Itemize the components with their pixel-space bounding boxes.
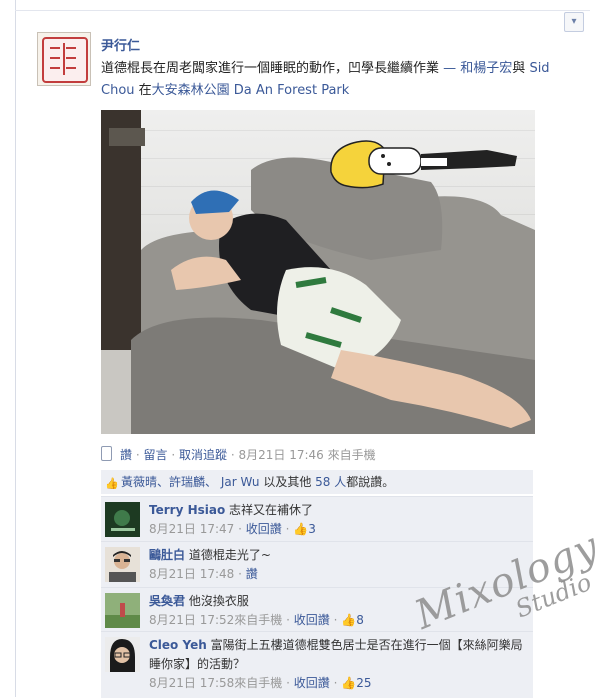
comment-meta: 8月21日 17:47 · 收回讚 · 👍3	[149, 522, 316, 536]
comment-time: 8月21日 17:48	[149, 567, 235, 581]
comment-body: Cleo Yeh 富陽街上五樓道德棍雙色居士是否在進行一個【來絲阿樂局睡你家】的…	[149, 636, 529, 693]
comment-meta: 8月21日 17:58來自手機 · 收回讚 · 👍25	[149, 676, 372, 690]
meta-sep: ·	[135, 448, 140, 462]
thumbs-up-icon: 👍	[105, 477, 119, 490]
commenter-name[interactable]: 鷗肚白	[149, 548, 185, 562]
comment-item: 鷗肚白 道德棍走光了~ 8月21日 17:48 · 讚	[101, 541, 533, 587]
comment-like-count[interactable]: 8	[356, 613, 364, 627]
meta-sep: ·	[230, 448, 235, 462]
feed-border-left	[15, 0, 16, 697]
like-link[interactable]: 讚	[120, 448, 132, 462]
comment-meta: 8月21日 17:52來自手機 · 收回讚 · 👍8	[149, 613, 364, 627]
tagged-user-1[interactable]: 楊子宏	[473, 61, 512, 76]
location-link[interactable]: 大安森林公園 Da An Forest Park	[152, 83, 350, 98]
comment-like-link[interactable]: 收回讚	[294, 613, 330, 627]
likes-tail: 都說讚。	[346, 475, 395, 489]
commenter-avatar[interactable]	[105, 593, 140, 628]
chevron-down-icon[interactable]: ▾	[564, 12, 584, 32]
likers-names[interactable]: 黃薇晴、許瑞麟、 Jar Wu	[121, 475, 260, 489]
thumbs-up-icon: 👍	[341, 613, 357, 627]
author-avatar[interactable]	[37, 32, 91, 86]
comment-body: Terry Hsiao 志祥又在補休了 8月21日 17:47 · 收回讚 · …	[149, 501, 529, 539]
comment-like-link[interactable]: 讚	[246, 567, 258, 581]
comment-text: 他沒換衣服	[188, 594, 249, 608]
comment-time: 8月21日 17:58來自手機	[149, 676, 283, 690]
comment-body: 鷗肚白 道德棍走光了~ 8月21日 17:48 · 讚	[149, 546, 529, 584]
post-text: 道德棍長在周老闆家進行一個睡眠的動作，凹學長繼續作業 — 和楊子宏與 Sid C…	[101, 58, 571, 102]
comment-body: 吳奐君 他沒換衣服 8月21日 17:52來自手機 · 收回讚 · 👍8	[149, 592, 529, 630]
shelf-item	[109, 128, 145, 146]
likes-mid: 以及其他	[259, 475, 316, 489]
comment-text: 志祥又在補休了	[229, 503, 314, 517]
commenter-avatar[interactable]	[105, 637, 140, 672]
comment-time: 8月21日 17:52來自手機	[149, 613, 283, 627]
commenter-name[interactable]: Cleo Yeh	[149, 638, 207, 652]
post-time: 8月21日 17:46 來自手機	[238, 448, 376, 462]
comment-text: 道德棍走光了~	[188, 548, 271, 562]
post-photo[interactable]	[101, 110, 535, 434]
tag-and: 與	[512, 61, 530, 76]
comment-like-count[interactable]: 25	[356, 676, 371, 690]
feed-border-top	[15, 10, 590, 11]
comment-item: Terry Hsiao 志祥又在補休了 8月21日 17:47 · 收回讚 · …	[101, 496, 533, 541]
comment-time: 8月21日 17:47	[149, 522, 235, 536]
author-name[interactable]: 尹行仁	[101, 35, 140, 54]
unfollow-link[interactable]: 取消追蹤	[179, 448, 227, 462]
mobile-icon	[101, 446, 112, 461]
comment-like-link[interactable]: 收回讚	[246, 522, 282, 536]
thumbs-up-icon: 👍	[293, 522, 309, 536]
photo-scene	[101, 110, 535, 434]
meta-sep: ·	[171, 448, 176, 462]
comment-like-count[interactable]: 3	[308, 522, 316, 536]
comment-like-link[interactable]: 收回讚	[294, 676, 330, 690]
comment-link[interactable]: 留言	[144, 448, 168, 462]
comment-meta: 8月21日 17:48 · 讚	[149, 567, 258, 581]
post-body: 道德棍長在周老闆家進行一個睡眠的動作，凹學長繼續作業	[101, 61, 440, 76]
commenter-avatar[interactable]	[105, 502, 140, 537]
comment-item: Cleo Yeh 富陽街上五樓道德棍雙色居士是否在進行一個【來絲阿樂局睡你家】的…	[101, 631, 533, 698]
likes-others-link[interactable]: 58 人	[315, 475, 346, 489]
thumbs-up-icon: 👍	[341, 676, 357, 690]
commenter-name[interactable]: Terry Hsiao	[149, 503, 225, 517]
likes-summary: 👍 黃薇晴、許瑞麟、 Jar Wu 以及其他 58 人都說讚。	[101, 470, 533, 494]
seal-icon	[42, 37, 88, 83]
person-eyemask	[191, 190, 239, 214]
post-actions: 讚 · 留言 · 取消追蹤 · 8月21日 17:46 來自手機	[101, 446, 541, 463]
commenter-avatar[interactable]	[105, 547, 140, 582]
comment-item: 吳奐君 他沒換衣服 8月21日 17:52來自手機 · 收回讚 · 👍8	[101, 587, 533, 631]
tag-separator: — 和	[439, 61, 474, 76]
commenter-name[interactable]: 吳奐君	[149, 594, 185, 608]
location-prefix: 在	[134, 83, 152, 98]
